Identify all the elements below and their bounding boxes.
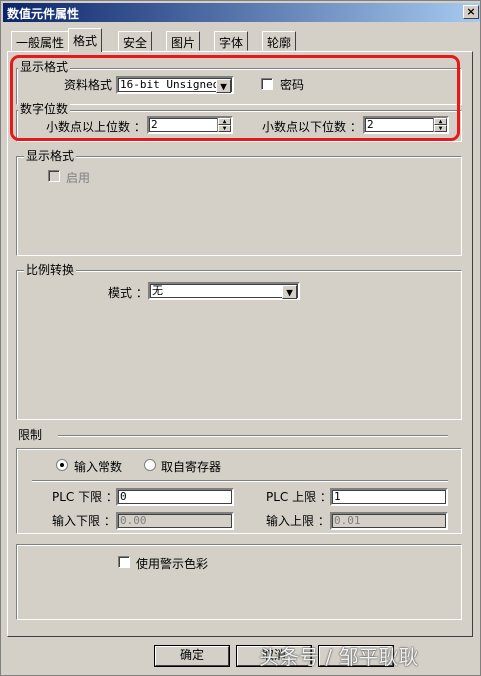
limits-title: 限制 <box>18 428 43 442</box>
plc-high-input[interactable]: 1 <box>330 488 448 506</box>
tab-format[interactable]: 格式 <box>68 28 103 52</box>
close-button[interactable]: × <box>463 5 479 19</box>
tab-security[interactable]: 安全 <box>118 31 153 51</box>
ok-button[interactable]: 确定 <box>155 646 229 666</box>
scaling-title: 比例转换 <box>24 261 77 278</box>
watermark: 头条号 / 邹平耿耿 <box>259 645 419 669</box>
mode-select[interactable]: 无 ▼ <box>148 282 300 300</box>
mode-label: 模式 ： <box>108 286 148 300</box>
data-format-value: 16-bit Unsigned <box>120 78 220 91</box>
tab-font[interactable]: 字体 <box>214 31 249 51</box>
tab-picture[interactable]: 图片 <box>166 31 201 51</box>
alarm-group <box>16 544 462 620</box>
input-low-label: 输入下限 ： <box>52 514 116 528</box>
data-format-select[interactable]: 16-bit Unsigned ▼ <box>116 76 234 94</box>
chevron-down-icon[interactable]: ▼ <box>282 285 297 299</box>
frac-digits-value: 2 <box>367 118 374 131</box>
radio-constant[interactable] <box>56 459 68 471</box>
frac-digits-label: 小数点以下位数 ： <box>262 120 362 134</box>
enable-checkbox[interactable] <box>48 170 60 182</box>
plc-high-label: PLC 上限 ： <box>266 490 332 504</box>
input-high-field[interactable]: 0.01 <box>330 512 448 530</box>
int-digits-label: 小数点以上位数 ： <box>46 120 146 134</box>
chevron-down-icon[interactable]: ▼ <box>216 79 231 93</box>
radio-selected-dot <box>60 463 64 467</box>
password-label: 密码 <box>280 78 305 92</box>
plc-low-label: PLC 下限 ： <box>52 490 118 504</box>
tab-panel-format: 显示格式 资料格式 ： 16-bit Unsigned ▼ 密码 数字位数 小数… <box>7 51 473 637</box>
spin-up-icon[interactable]: ▲ <box>434 118 447 125</box>
tab-outline[interactable]: 轮廓 <box>262 31 297 51</box>
plc-low-input[interactable]: 0 <box>116 488 234 506</box>
input-high-label: 输入上限 ： <box>266 514 330 528</box>
tab-general[interactable]: 一般属性 <box>11 31 70 51</box>
int-digits-value: 2 <box>151 118 158 131</box>
dialog-window: 数值元件属性 × 一般属性 格式 安全 图片 字体 轮廓 显示格式 资料格式 ：… <box>0 0 481 676</box>
alarm-color-label: 使用警示色彩 <box>136 557 209 571</box>
radio-register[interactable] <box>144 459 156 471</box>
spin-up-icon[interactable]: ▲ <box>218 118 231 125</box>
limits-inner-divider <box>32 480 448 482</box>
display-format2-title: 显示格式 <box>24 147 77 164</box>
limits-divider <box>58 435 448 437</box>
spin-down-icon[interactable]: ▼ <box>218 125 231 132</box>
radio-register-label: 取自寄存器 <box>161 460 222 474</box>
radio-constant-label: 输入常数 <box>74 460 123 474</box>
spin-buttons[interactable]: ▲ ▼ <box>217 118 231 132</box>
int-digits-stepper[interactable]: 2 ▲ ▼ <box>147 116 233 134</box>
password-checkbox[interactable] <box>261 78 273 90</box>
title-bar: 数值元件属性 × <box>3 3 480 22</box>
alarm-color-checkbox[interactable] <box>118 556 130 568</box>
spin-buttons[interactable]: ▲ ▼ <box>433 118 447 132</box>
enable-label: 启用 <box>66 171 91 185</box>
mode-value: 无 <box>152 284 163 297</box>
frac-digits-stepper[interactable]: 2 ▲ ▼ <box>363 116 449 134</box>
display-format-title: 显示格式 <box>18 58 71 75</box>
digits-title: 数字位数 <box>18 100 71 117</box>
spin-down-icon[interactable]: ▼ <box>434 125 447 132</box>
window-title: 数值元件属性 <box>7 7 80 21</box>
input-low-field[interactable]: 0.00 <box>116 512 234 530</box>
